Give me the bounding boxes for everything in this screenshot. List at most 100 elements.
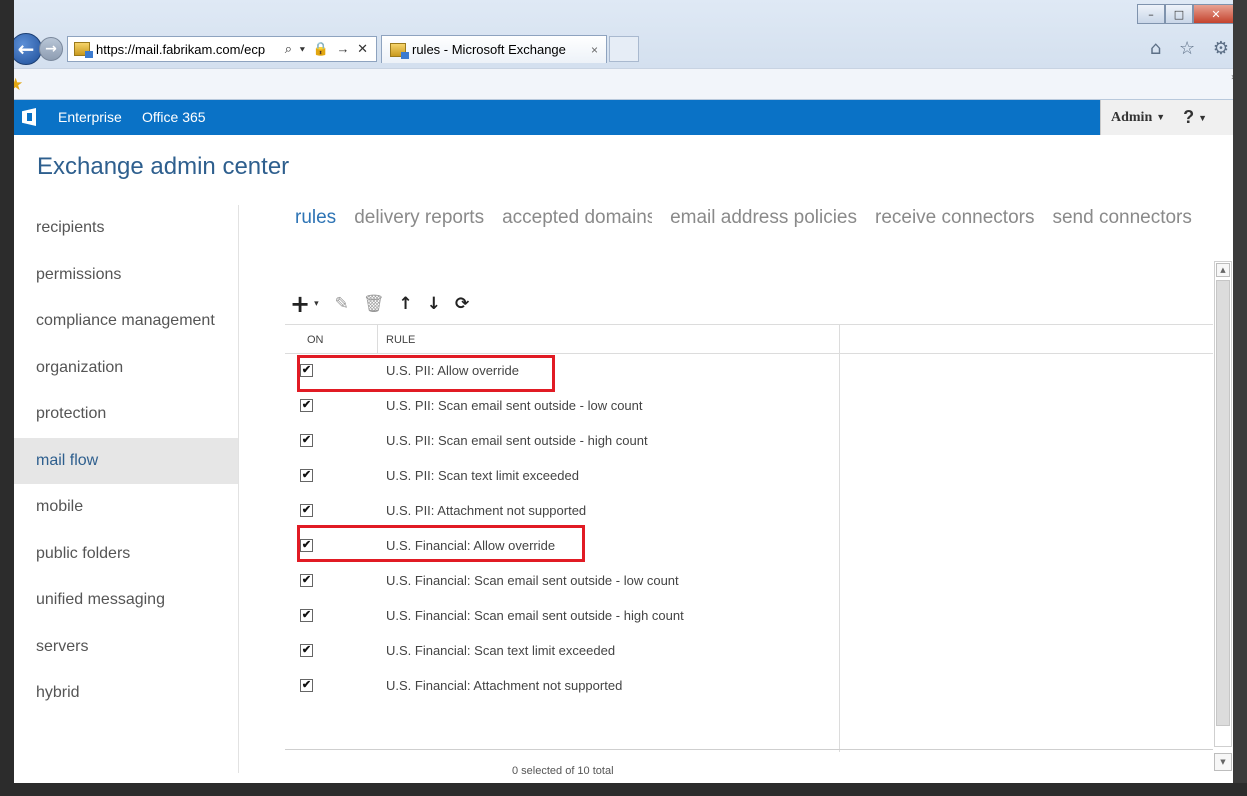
selection-status: 0 selected of 10 total bbox=[512, 765, 614, 777]
rule-enabled-checkbox[interactable]: ✔ bbox=[300, 644, 313, 657]
window-controls: – □ ✕ bbox=[1137, 4, 1239, 24]
delete-trash-icon[interactable]: 🗑 bbox=[363, 294, 385, 314]
tab-receive-connectors[interactable]: receive connectors bbox=[875, 207, 1034, 229]
nav-item-protection[interactable]: protection bbox=[14, 391, 238, 438]
rule-enabled-checkbox[interactable]: ✔ bbox=[300, 469, 313, 482]
tab-favicon-icon bbox=[390, 42, 409, 59]
rule-enabled-checkbox[interactable]: ✔ bbox=[300, 574, 313, 587]
rule-name: U.S. Financial: Attachment not supported bbox=[386, 678, 623, 693]
grid-footer-divider bbox=[285, 749, 1213, 750]
rules-grid: ON RULE ✔ U.S. PII: Allow override ✔ U.S. … bbox=[285, 324, 1213, 752]
browser-tab-rules[interactable]: rules - Microsoft Exchange × bbox=[381, 35, 607, 63]
table-row[interactable]: ✔ U.S. Financial: Scan email sent outside… bbox=[285, 569, 839, 604]
browser-nav-row: ← → https://mail.fabrikam.com/ecp ⌕ ▾ 🔒 … bbox=[10, 32, 639, 66]
tab-rules[interactable]: rules bbox=[295, 207, 336, 229]
chevron-down-icon: ▼ bbox=[1156, 112, 1166, 123]
maximize-button[interactable]: □ bbox=[1165, 4, 1193, 24]
table-row[interactable]: ✔ U.S. Financial: Scan email sent outside… bbox=[285, 604, 839, 639]
admin-menu[interactable]: Admin ▼ bbox=[1111, 110, 1165, 126]
favorites-bar: ★ » bbox=[0, 68, 1247, 99]
add-dropdown-icon[interactable]: ▾ bbox=[314, 299, 319, 309]
help-menu[interactable]: ? ▼ bbox=[1183, 107, 1207, 128]
table-row[interactable]: ✔ U.S. PII: Scan email sent outside - hig… bbox=[285, 429, 839, 464]
exchange-admin-page: Exchange admin center recipients permiss… bbox=[14, 135, 1233, 783]
scroll-up-icon[interactable]: ▲ bbox=[1216, 263, 1230, 277]
tab-email-address-policies[interactable]: email address policies bbox=[670, 207, 857, 229]
nav-item-organization[interactable]: organization bbox=[14, 345, 238, 392]
topbar-user-area: Admin ▼ ? ▼ bbox=[1100, 100, 1233, 135]
nav-item-hybrid[interactable]: hybrid bbox=[14, 670, 238, 717]
office-logo-icon bbox=[22, 108, 36, 126]
column-header-rule[interactable]: RULE bbox=[386, 334, 415, 346]
window-frame-left bbox=[0, 0, 14, 796]
rule-enabled-checkbox[interactable]: ✔ bbox=[300, 399, 313, 412]
table-row[interactable]: ✔ U.S. Financial: Attachment not supporte… bbox=[285, 674, 839, 709]
rule-name: U.S. PII: Scan text limit exceeded bbox=[386, 468, 579, 483]
nav-item-mobile[interactable]: mobile bbox=[14, 484, 238, 531]
window-frame-bottom bbox=[0, 783, 1247, 796]
page-title: Exchange admin center bbox=[37, 153, 290, 180]
add-rule-button[interactable]: + bbox=[290, 290, 310, 318]
left-navigation: recipients permissions compliance manage… bbox=[14, 205, 238, 717]
scroll-thumb[interactable] bbox=[1216, 280, 1230, 726]
scroll-down-icon[interactable]: ▼ bbox=[1214, 753, 1232, 771]
table-row[interactable]: ✔ U.S. PII: Scan email sent outside - low… bbox=[285, 394, 839, 429]
nav-item-servers[interactable]: servers bbox=[14, 624, 238, 671]
rule-enabled-checkbox[interactable]: ✔ bbox=[300, 609, 313, 622]
rule-name: U.S. PII: Scan email sent outside - low … bbox=[386, 398, 643, 413]
address-bar[interactable]: https://mail.fabrikam.com/ecp ⌕ ▾ 🔒 → ✕ bbox=[67, 36, 377, 62]
rule-name: U.S. Financial: Scan email sent outside … bbox=[386, 608, 684, 623]
tab-close-icon[interactable]: × bbox=[591, 43, 598, 57]
details-pane-divider bbox=[839, 325, 840, 752]
rule-enabled-checkbox[interactable]: ✔ bbox=[300, 434, 313, 447]
mail-flow-tabs: rules delivery reports accepted domains … bbox=[295, 207, 1210, 229]
tab-title: rules - Microsoft Exchange bbox=[412, 42, 566, 57]
chevron-down-icon: ▼ bbox=[1198, 113, 1208, 124]
grid-header: ON RULE bbox=[285, 325, 1213, 354]
table-row[interactable]: ✔ U.S. PII: Scan text limit exceeded bbox=[285, 464, 839, 499]
edit-pencil-icon[interactable]: ✎ bbox=[335, 294, 349, 314]
rule-name: U.S. Financial: Scan text limit exceeded bbox=[386, 643, 616, 658]
address-tools-icons[interactable]: ⌕ ▾ 🔒 → ✕ bbox=[285, 41, 370, 57]
browser-chrome: – □ ✕ ← → https://mail.fabrikam.com/ecp … bbox=[0, 0, 1247, 100]
office-topbar: Enterprise Office 365 Admin ▼ ? ▼ bbox=[14, 100, 1233, 135]
move-up-arrow-icon[interactable]: ↑ bbox=[398, 294, 412, 314]
site-favicon-icon bbox=[74, 42, 93, 58]
rule-name: U.S. PII: Attachment not supported bbox=[386, 503, 587, 518]
forward-arrow-icon: → bbox=[45, 41, 57, 57]
rules-toolbar: + ▾ ✎ 🗑 ↑ ↓ ⟳ bbox=[290, 290, 483, 318]
nav-item-recipients[interactable]: recipients bbox=[14, 205, 238, 252]
tab-delivery-reports[interactable]: delivery reports bbox=[354, 207, 484, 229]
back-button[interactable]: ← bbox=[10, 33, 42, 65]
back-arrow-icon: ← bbox=[17, 37, 35, 61]
column-divider bbox=[377, 325, 378, 354]
new-tab-button[interactable] bbox=[609, 36, 639, 62]
tab-accepted-domains[interactable]: accepted domains bbox=[502, 207, 652, 229]
enterprise-link[interactable]: Enterprise bbox=[58, 109, 122, 125]
nav-item-compliance-management[interactable]: compliance management bbox=[14, 298, 238, 345]
forward-button[interactable]: → bbox=[39, 37, 63, 61]
browser-toolbar-icons[interactable]: ⌂ ☆ ⚙ bbox=[1150, 38, 1235, 59]
rule-enabled-checkbox[interactable]: ✔ bbox=[300, 679, 313, 692]
rule-enabled-checkbox[interactable]: ✔ bbox=[300, 504, 313, 517]
admin-label: Admin bbox=[1111, 109, 1153, 125]
minimize-button[interactable]: – bbox=[1137, 4, 1165, 24]
column-header-on[interactable]: ON bbox=[307, 334, 324, 346]
refresh-icon[interactable]: ⟳ bbox=[455, 294, 469, 314]
nav-divider bbox=[238, 205, 239, 773]
highlight-box-pii-allow-override bbox=[297, 355, 555, 392]
nav-item-public-folders[interactable]: public folders bbox=[14, 531, 238, 578]
table-row[interactable]: ✔ U.S. Financial: Scan text limit exceede… bbox=[285, 639, 839, 674]
rule-name: U.S. PII: Scan email sent outside - high… bbox=[386, 433, 648, 448]
tab-send-connectors[interactable]: send connectors bbox=[1052, 207, 1191, 229]
nav-item-permissions[interactable]: permissions bbox=[14, 252, 238, 299]
vertical-scrollbar[interactable]: ▲ bbox=[1214, 261, 1232, 747]
office365-link[interactable]: Office 365 bbox=[142, 109, 206, 125]
nav-item-unified-messaging[interactable]: unified messaging bbox=[14, 577, 238, 624]
address-url: https://mail.fabrikam.com/ecp bbox=[96, 41, 266, 57]
nav-item-mail-flow[interactable]: mail flow bbox=[14, 437, 238, 484]
highlight-box-financial-allow-override bbox=[297, 525, 585, 562]
move-down-arrow-icon[interactable]: ↓ bbox=[427, 294, 441, 314]
window-frame-right bbox=[1233, 0, 1247, 796]
help-label: ? bbox=[1183, 107, 1195, 127]
